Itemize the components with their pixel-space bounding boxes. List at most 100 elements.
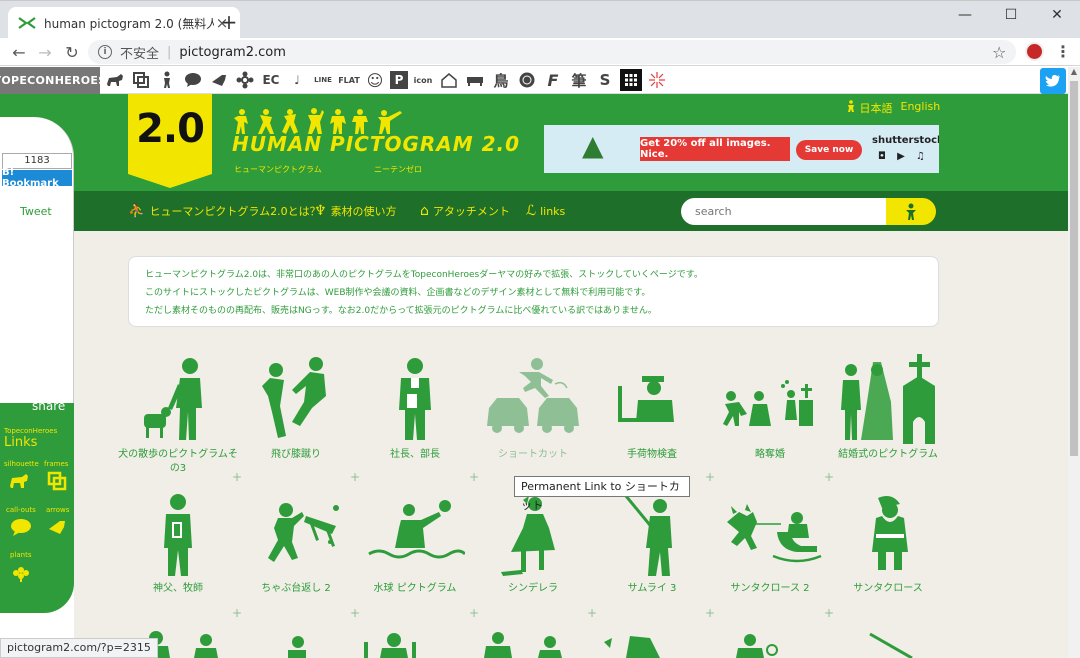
pictogram-title[interactable]: 犬の散歩のピクトグラムその3	[118, 448, 238, 476]
more-icon[interactable]: +	[232, 606, 242, 620]
smiley-icon[interactable]: ☺	[364, 69, 386, 91]
nav-attachment[interactable]: ⌂ アタッチメント	[420, 203, 510, 219]
page-scrollbar[interactable]: ▲	[1068, 67, 1080, 658]
nav-about[interactable]: ⛹ ヒューマンピクトグラム2.0とは？	[128, 203, 321, 219]
pictogram-title[interactable]: ちゃぶ台返し 2	[236, 582, 356, 596]
pictogram-title[interactable]: 手荷物検査	[592, 448, 712, 462]
reload-icon[interactable]: ↻	[62, 42, 82, 62]
browser-menu-icon[interactable]: ⋮	[1055, 42, 1071, 61]
profile-avatar[interactable]	[1025, 42, 1044, 61]
house-icon[interactable]	[438, 69, 460, 91]
forward-icon[interactable]: →	[35, 42, 55, 62]
tweet-button[interactable]: Tweet	[20, 205, 52, 218]
pictogram-title[interactable]: 水球 ピクトグラム	[355, 582, 475, 596]
back-icon[interactable]: ←	[9, 42, 29, 62]
advertisement-banner[interactable]: ▲ Get 20% off all images. Nice. Save now…	[544, 125, 939, 173]
lang-en-link[interactable]: English	[901, 100, 941, 116]
more-icon[interactable]: +	[469, 606, 479, 620]
search-button[interactable]	[886, 198, 936, 225]
pictogram-title[interactable]: サムライ 3	[592, 582, 712, 596]
brush-kanji-icon[interactable]: 筆	[568, 69, 590, 91]
search-input[interactable]	[681, 198, 891, 225]
minimize-icon[interactable]: —	[942, 1, 988, 29]
window-controls: — ☐ ✕	[942, 1, 1080, 29]
pictogram-title[interactable]: ショートカット	[473, 448, 593, 462]
more-icon[interactable]: +	[350, 470, 360, 484]
pictogram-card[interactable]: 社長、部長	[355, 356, 475, 462]
brand-logo[interactable]: TOPECONHEROES	[0, 67, 106, 94]
twitter-icon[interactable]	[1040, 68, 1066, 94]
more-icon[interactable]: +	[705, 470, 715, 484]
scroll-up-icon[interactable]: ▲	[1068, 67, 1080, 81]
music-note-icon[interactable]: ♩	[286, 69, 308, 91]
arrow-link-icon[interactable]	[46, 517, 68, 537]
info-icon[interactable]: i	[98, 45, 112, 59]
arrow-icon[interactable]	[208, 69, 230, 91]
nav-links[interactable]: ℒ links	[526, 203, 565, 219]
firework-icon[interactable]	[646, 69, 668, 91]
speech-bubble-icon[interactable]	[182, 69, 204, 91]
pictogram-card[interactable]: 神父、牧師	[118, 492, 238, 596]
bookmark-star-icon[interactable]: ☆	[992, 43, 1006, 62]
version-badge[interactable]: 2.0	[128, 94, 212, 188]
shortcut-pictogram-icon	[487, 358, 579, 433]
christmas-tree-icon: ▲	[582, 129, 604, 162]
new-tab-button[interactable]: +	[219, 10, 239, 34]
scroll-thumb[interactable]	[1070, 81, 1078, 456]
sofa-icon[interactable]	[464, 69, 486, 91]
pictogram-title[interactable]: 飛び膝蹴り	[236, 448, 356, 462]
browser-tab[interactable]: human pictogram 2.0 (無料人物 ×	[8, 7, 240, 39]
more-icon[interactable]: +	[232, 470, 242, 484]
nav-usage[interactable]: ♆ 素材の使い方	[314, 203, 397, 219]
line-icon[interactable]: LINE	[312, 69, 334, 91]
human-icon[interactable]	[156, 69, 178, 91]
pictogram-title[interactable]: 社長、部長	[355, 448, 475, 462]
lang-ja-link[interactable]: 日本語	[846, 100, 893, 116]
ad-cta-button[interactable]: Save now	[796, 140, 862, 160]
hatena-bookmark-button[interactable]: B! Bookmark	[2, 167, 72, 189]
callout-link-icon[interactable]	[10, 517, 32, 537]
plant-link-icon[interactable]	[10, 563, 32, 583]
pictogram-card[interactable]: サムライ 3	[592, 492, 712, 596]
site-title[interactable]: HUMAN PICTOGRAM 2.0	[232, 132, 520, 156]
grid-icon[interactable]	[620, 69, 642, 91]
close-window-icon[interactable]: ✕	[1034, 1, 1080, 29]
address-bar[interactable]: i 不安全 | pictogram2.com	[88, 40, 1016, 64]
s-icon[interactable]: S	[594, 69, 616, 91]
pictogram-card[interactable]: 手荷物検査	[592, 356, 712, 462]
pictogram-title[interactable]: サンタクロース	[828, 582, 948, 596]
pictogram-card[interactable]: 飛び膝蹴り	[236, 356, 356, 462]
parking-icon[interactable]: P	[390, 71, 408, 89]
pictogram-title[interactable]: 結婚式のピクトグラム	[828, 448, 948, 462]
more-icon[interactable]: +	[705, 606, 715, 620]
more-icon[interactable]: +	[469, 470, 479, 484]
pictogram-card[interactable]: 水球 ピクトグラム	[355, 492, 475, 596]
f-font-icon[interactable]: F	[542, 69, 564, 91]
pictogram-card[interactable]: サンタクロース	[828, 492, 948, 596]
pictogram-card[interactable]: ちゃぶ台返し 2	[236, 492, 356, 596]
more-icon[interactable]: +	[824, 470, 834, 484]
seal-icon[interactable]	[516, 69, 538, 91]
pictogram-card[interactable]: 犬の散歩のピクトグラムその3	[118, 356, 238, 476]
pictogram-card[interactable]: ショートカット	[473, 356, 593, 462]
pictogram-card[interactable]: 略奪婚	[710, 356, 830, 462]
maximize-icon[interactable]: ☐	[988, 1, 1034, 29]
flower-icon[interactable]	[234, 69, 256, 91]
frames-icon[interactable]	[130, 69, 152, 91]
icon-text-icon[interactable]: icon	[412, 69, 434, 91]
flat-icon[interactable]: FLAT	[338, 69, 360, 91]
ec-icon[interactable]: EC	[260, 69, 282, 91]
pictogram-title[interactable]: サンタクロース 2	[710, 582, 830, 596]
bird-kanji-icon[interactable]: 鳥	[490, 69, 512, 91]
pictogram-card[interactable]: 結婚式のピクトグラム	[828, 352, 948, 462]
animal-icon[interactable]	[104, 69, 126, 91]
pictogram-card[interactable]: サンタクロース 2	[710, 492, 830, 596]
pictogram-title[interactable]: 神父、牧師	[118, 582, 238, 596]
pictogram-title[interactable]: シンデレラ	[473, 582, 593, 596]
frames-link-icon[interactable]	[46, 471, 68, 491]
more-icon[interactable]: +	[824, 606, 834, 620]
more-icon[interactable]: +	[587, 606, 597, 620]
silhouette-link-icon[interactable]	[8, 471, 30, 491]
pictogram-title[interactable]: 略奪婚	[710, 448, 830, 462]
more-icon[interactable]: +	[350, 606, 360, 620]
